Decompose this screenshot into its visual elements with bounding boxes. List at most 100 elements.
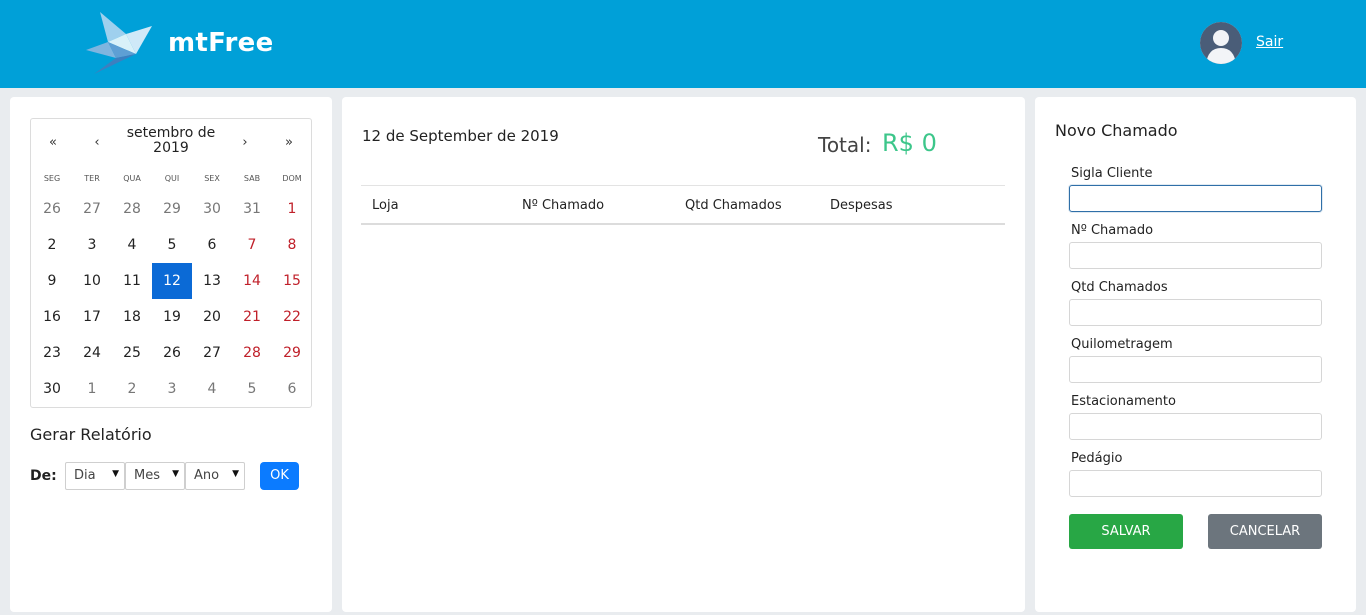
calendar-day[interactable]: 25 — [112, 335, 152, 371]
calendar-day[interactable]: 29 — [272, 335, 312, 371]
qtd-chamados-input[interactable] — [1069, 299, 1322, 326]
new-call-form: Novo Chamado Sigla Cliente Nº Chamado Qt… — [1035, 97, 1356, 612]
calendar-day[interactable]: 31 — [232, 191, 272, 227]
month-select-value: Mes — [134, 468, 160, 483]
calendar-day[interactable]: 7 — [232, 227, 272, 263]
calendar-day[interactable]: 30 — [32, 371, 72, 407]
calendar-day[interactable]: 15 — [272, 263, 312, 299]
brand-name[interactable]: mtFree — [168, 28, 274, 58]
next-month-button[interactable]: › — [233, 135, 257, 150]
weekday-header: SEG TER QUA QUI SEX SAB DOM — [31, 174, 313, 183]
total-value: R$ 0 — [882, 129, 937, 157]
calendar-day[interactable]: 24 — [72, 335, 112, 371]
calendar-day[interactable]: 29 — [152, 191, 192, 227]
calendar-day[interactable]: 14 — [232, 263, 272, 299]
calendar-day[interactable]: 6 — [192, 227, 232, 263]
calendar-day[interactable]: 3 — [72, 227, 112, 263]
pedagio-input[interactable] — [1069, 470, 1322, 497]
calendar-day[interactable]: 12 — [152, 263, 192, 299]
n-chamado-input[interactable] — [1069, 242, 1322, 269]
calendar-day[interactable]: 1 — [72, 371, 112, 407]
calendar-days: 26 27 28 29 30 31 1 2 3 4 5 6 7 8 9 10 11 12 13 14 15 16 17 18 1… — [31, 191, 313, 407]
bird-logo-icon[interactable] — [86, 12, 152, 76]
column-header-despesas[interactable]: Despesas — [830, 198, 893, 213]
calendar-day[interactable]: 13 — [192, 263, 232, 299]
calls-table-header: Loja Nº Chamado Qtd Chamados Despesas — [361, 185, 1005, 225]
calendar-day[interactable]: 27 — [72, 191, 112, 227]
estacionamento-input[interactable] — [1069, 413, 1322, 440]
day-select-value: Dia — [74, 468, 96, 483]
calendar-day[interactable]: 21 — [232, 299, 272, 335]
cancel-button[interactable]: CANCELAR — [1208, 514, 1322, 549]
calendar-day[interactable]: 27 — [192, 335, 232, 371]
ok-button[interactable]: OK — [260, 462, 299, 490]
column-header-qtd-chamados[interactable]: Qtd Chamados — [685, 198, 782, 213]
calendar-day[interactable]: 2 — [112, 371, 152, 407]
calendar-day[interactable]: 5 — [232, 371, 272, 407]
calendar-day[interactable]: 28 — [232, 335, 272, 371]
weekday-label: SEX — [204, 174, 220, 183]
weekday-label: QUA — [123, 174, 141, 183]
calendar-day[interactable]: 16 — [32, 299, 72, 335]
calendar-day[interactable]: 6 — [272, 371, 312, 407]
calendar-day[interactable]: 23 — [32, 335, 72, 371]
calendar-panel: « ‹ setembro de 2019 › » SEG TER QUA QUI SEX… — [10, 97, 332, 612]
form-title: Novo Chamado — [1055, 121, 1178, 140]
day-select[interactable]: Dia ▼ — [65, 462, 125, 490]
calendar-day[interactable]: 4 — [112, 227, 152, 263]
calendar-day[interactable]: 18 — [112, 299, 152, 335]
month-select[interactable]: Mes ▼ — [125, 462, 185, 490]
calendar-day[interactable]: 8 — [272, 227, 312, 263]
save-button[interactable]: SALVAR — [1069, 514, 1183, 549]
weekday-label: TER — [84, 174, 100, 183]
qtd-chamados-label: Qtd Chamados — [1071, 280, 1168, 295]
caret-down-icon: ▼ — [232, 469, 239, 479]
calendar-day[interactable]: 5 — [152, 227, 192, 263]
weekday-label: QUI — [164, 174, 180, 183]
top-navbar: mtFree Sair — [0, 0, 1366, 88]
column-header-n-chamado[interactable]: Nº Chamado — [522, 198, 604, 213]
calendar: « ‹ setembro de 2019 › » SEG TER QUA QUI SEX… — [30, 118, 312, 408]
calendar-day[interactable]: 3 — [152, 371, 192, 407]
calendar-day[interactable]: 1 — [272, 191, 312, 227]
calendar-day[interactable]: 11 — [112, 263, 152, 299]
caret-down-icon: ▼ — [112, 469, 119, 479]
prev-year-button[interactable]: « — [41, 135, 65, 150]
prev-month-button[interactable]: ‹ — [85, 135, 109, 150]
selected-date-title: 12 de September de 2019 — [362, 127, 559, 145]
calendar-day[interactable]: 22 — [272, 299, 312, 335]
sigla-cliente-input[interactable] — [1069, 185, 1322, 212]
pedagio-label: Pedágio — [1071, 451, 1123, 466]
weekday-label: DOM — [282, 174, 302, 183]
quilometragem-label: Quilometragem — [1071, 337, 1173, 352]
report-title: Gerar Relatório — [30, 425, 152, 444]
calendar-month-title[interactable]: setembro de 2019 — [111, 126, 231, 156]
year-select-value: Ano — [194, 468, 220, 483]
year-select[interactable]: Ano ▼ — [185, 462, 245, 490]
caret-down-icon: ▼ — [172, 469, 179, 479]
quilometragem-input[interactable] — [1069, 356, 1322, 383]
calendar-day[interactable]: 26 — [32, 191, 72, 227]
next-year-button[interactable]: » — [277, 135, 301, 150]
calendar-day[interactable]: 30 — [192, 191, 232, 227]
calendar-day[interactable]: 19 — [152, 299, 192, 335]
column-header-loja[interactable]: Loja — [372, 198, 399, 213]
weekday-label: SAB — [243, 174, 261, 183]
calendar-day[interactable]: 20 — [192, 299, 232, 335]
calendar-day[interactable]: 28 — [112, 191, 152, 227]
logout-link[interactable]: Sair — [1256, 34, 1283, 50]
calls-panel: 12 de September de 2019 Total: R$ 0 Loja… — [342, 97, 1025, 612]
n-chamado-label: Nº Chamado — [1071, 223, 1154, 238]
user-avatar-icon[interactable] — [1200, 22, 1242, 64]
sigla-cliente-label: Sigla Cliente — [1071, 166, 1153, 181]
calendar-day[interactable]: 17 — [72, 299, 112, 335]
weekday-label: SEG — [43, 174, 61, 183]
from-label: De: — [30, 468, 57, 484]
estacionamento-label: Estacionamento — [1071, 394, 1176, 409]
calendar-day[interactable]: 10 — [72, 263, 112, 299]
calendar-day[interactable]: 2 — [32, 227, 72, 263]
calendar-day[interactable]: 9 — [32, 263, 72, 299]
total-label: Total: — [818, 133, 872, 157]
calendar-day[interactable]: 26 — [152, 335, 192, 371]
calendar-day[interactable]: 4 — [192, 371, 232, 407]
